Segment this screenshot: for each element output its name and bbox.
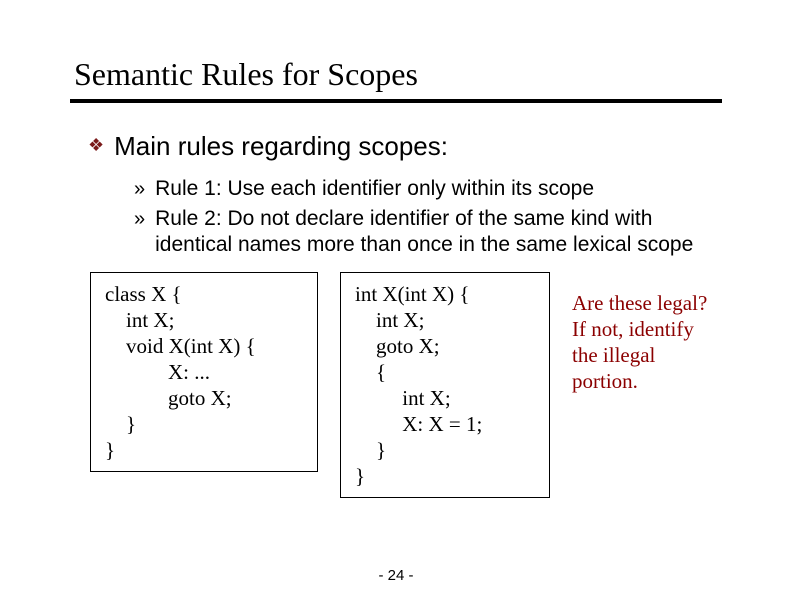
raquo-icon: »: [134, 176, 145, 202]
raquo-icon: »: [134, 206, 145, 232]
diamond-bullet-icon: ❖: [88, 131, 104, 159]
main-bullet: ❖ Main rules regarding scopes:: [88, 131, 722, 162]
rule-2-text: Rule 2: Do not declare identifier of the…: [155, 206, 695, 258]
sub-bullet-rule-2: » Rule 2: Do not declare identifier of t…: [134, 206, 722, 258]
code-example-1: class X { int X; void X(int X) { X: ... …: [90, 272, 318, 472]
rule-1-text: Rule 1: Use each identifier only within …: [155, 176, 594, 202]
code-examples-row: class X { int X; void X(int X) { X: ... …: [90, 272, 722, 498]
slide: Semantic Rules for Scopes ❖ Main rules r…: [0, 0, 792, 612]
code-example-2: int X(int X) { int X; goto X; { int X; X…: [340, 272, 550, 498]
sub-bullet-rule-1: » Rule 1: Use each identifier only withi…: [134, 176, 722, 202]
sub-bullet-list: » Rule 1: Use each identifier only withi…: [134, 176, 722, 258]
annotation-text: Are these legal? If not, identify the il…: [572, 272, 722, 394]
page-number: - 24 -: [0, 567, 792, 584]
main-bullet-text: Main rules regarding scopes:: [114, 131, 448, 162]
content-area: ❖ Main rules regarding scopes: » Rule 1:…: [70, 131, 722, 498]
slide-title: Semantic Rules for Scopes: [70, 56, 722, 103]
